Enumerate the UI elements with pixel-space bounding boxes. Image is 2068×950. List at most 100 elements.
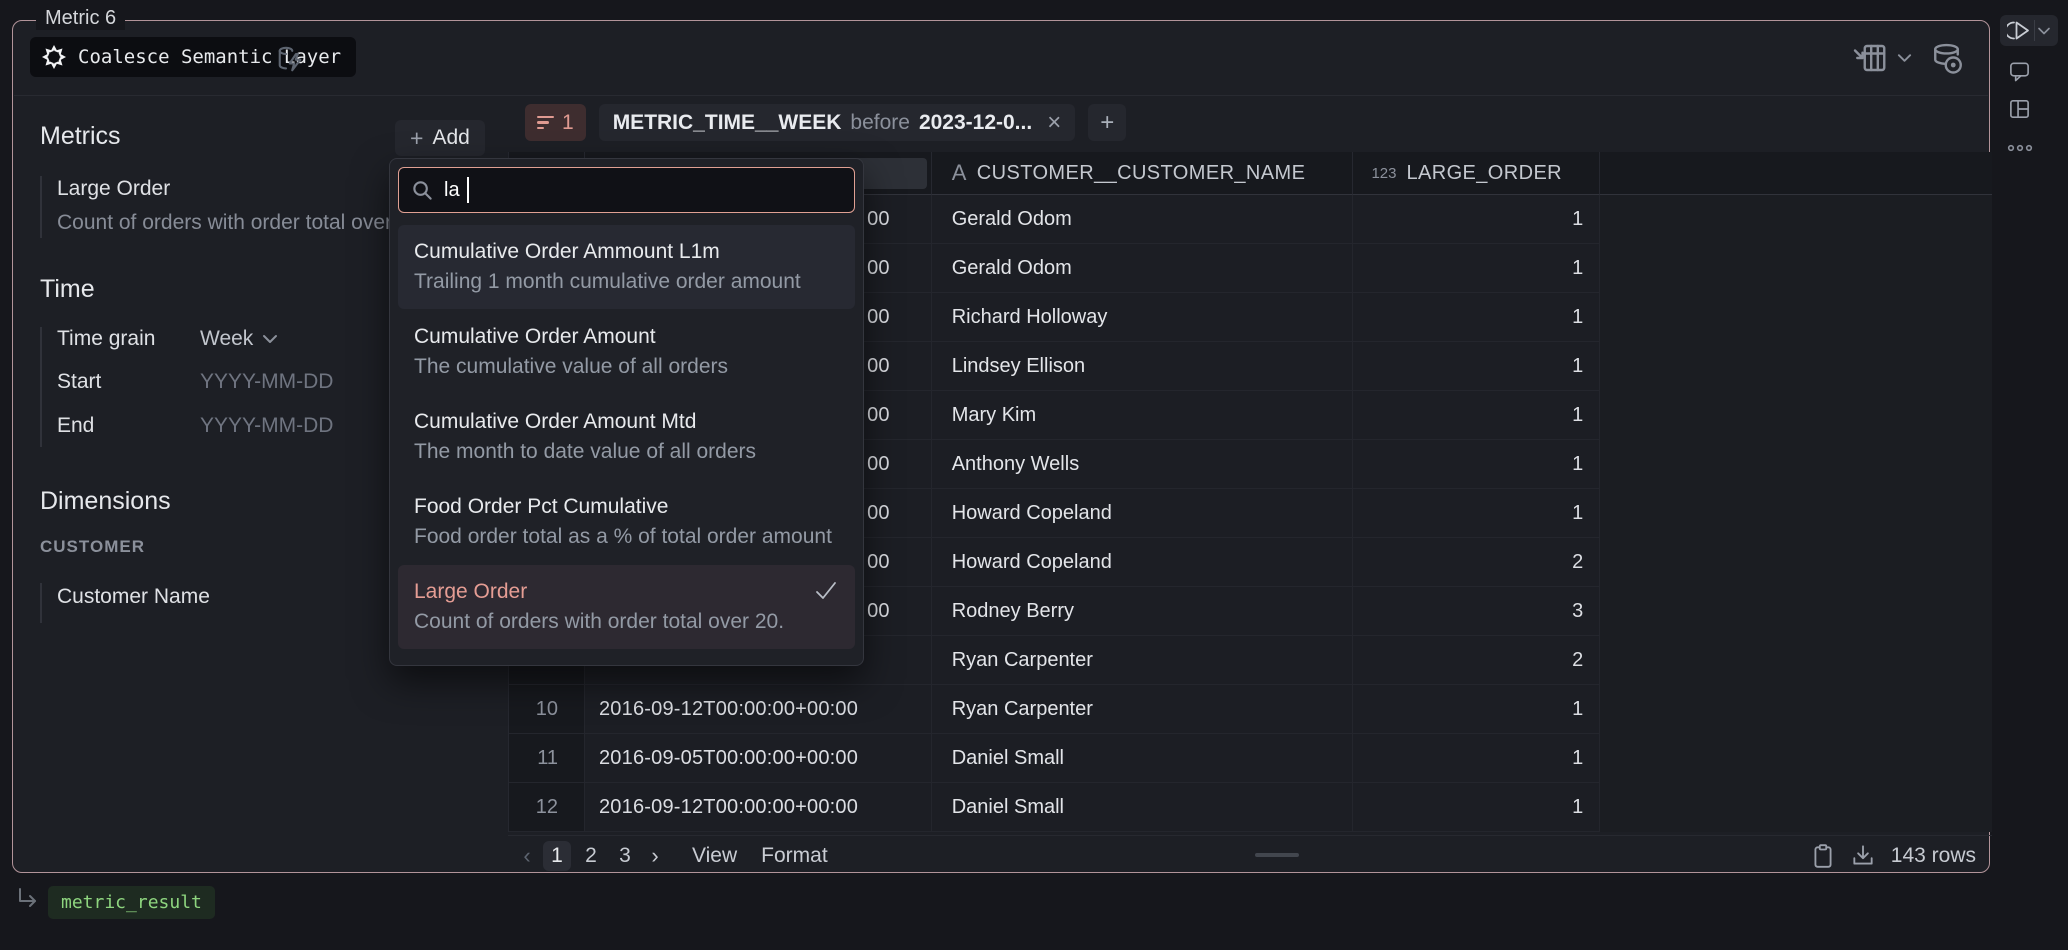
page-button[interactable]: 3 — [611, 841, 639, 871]
format-menu[interactable]: Format — [761, 844, 828, 868]
end-label: End — [57, 414, 94, 438]
dimension-item-name[interactable]: Customer Name — [57, 585, 210, 609]
metric-indent-line — [40, 176, 42, 238]
filter-operator: before — [850, 111, 910, 135]
metric-option[interactable]: Cumulative Order Ammount L1m Trailing 1 … — [398, 225, 855, 309]
metric-option-description: Trailing 1 month cumulative order amount — [414, 267, 839, 297]
customer-name-cell: Howard Copeland — [932, 489, 1354, 538]
large-order-column-header[interactable]: 123 LARGE_ORDER — [1353, 152, 1600, 195]
metric-option-title: Cumulative Order Ammount L1m — [414, 237, 839, 267]
next-page-button[interactable]: › — [642, 843, 668, 869]
run-divider — [2034, 20, 2035, 41]
coalesce-logo-icon — [41, 44, 67, 70]
filter-icon — [537, 113, 554, 132]
dimensions-heading: Dimensions — [40, 487, 171, 516]
metric-option[interactable]: Cumulative Order Amount Mtd The month to… — [398, 395, 855, 479]
empty-cell — [1600, 342, 1992, 391]
start-date-input[interactable]: YYYY-MM-DD — [200, 370, 333, 394]
search-box — [398, 167, 855, 213]
pagination-divider — [508, 835, 1992, 836]
empty-cell — [1600, 440, 1992, 489]
customer-name-cell: Lindsey Ellison — [932, 342, 1354, 391]
database-lightning-icon[interactable] — [276, 44, 306, 74]
metrics-heading: Metrics — [40, 122, 121, 151]
prev-page-button[interactable]: ‹ — [514, 843, 540, 869]
metric-option-title: Cumulative Order Amount — [414, 322, 839, 352]
filter-value: 2023-12-0... — [919, 111, 1032, 135]
customer-name-cell: Anthony Wells — [932, 440, 1354, 489]
large-order-cell: 1 — [1353, 685, 1600, 734]
table-row: 10 2016-09-12T00:00:00+00:00 Ryan Carpen… — [509, 685, 1992, 734]
run-options-chevron-icon[interactable] — [2037, 26, 2051, 36]
checkmark-icon — [813, 579, 839, 608]
horizontal-scrollbar-thumb[interactable] — [1255, 853, 1299, 857]
pagination-bar: ‹ 1 2 3 › View Format — [508, 841, 1992, 871]
metric-option-description: Food order total as a % of total order a… — [414, 522, 839, 552]
time-grain-select[interactable]: Week — [200, 327, 278, 351]
layout-panels-icon[interactable] — [2008, 97, 2031, 121]
large-order-cell: 1 — [1353, 195, 1600, 244]
filter-count-chip[interactable]: 1 — [525, 104, 586, 141]
download-icon[interactable] — [1850, 843, 1876, 869]
add-filter-button[interactable]: + — [1088, 104, 1126, 141]
large-order-cell: 1 — [1353, 293, 1600, 342]
customer-name-cell: Richard Holloway — [932, 293, 1354, 342]
start-label: Start — [57, 370, 101, 394]
date-cell: 2016-09-05T00:00:00+00:00 — [585, 734, 932, 783]
metric-options-list: Cumulative Order Ammount L1m Trailing 1 … — [398, 225, 855, 649]
add-metric-button[interactable]: + Add — [395, 120, 485, 156]
end-date-input[interactable]: YYYY-MM-DD — [200, 414, 333, 438]
empty-cell — [1600, 391, 1992, 440]
customer-name-cell: Howard Copeland — [932, 538, 1354, 587]
large-order-cell: 2 — [1353, 636, 1600, 685]
metric-option-description: The month to date value of all orders — [414, 437, 839, 467]
metric-option[interactable]: Food Order Pct Cumulative Food order tot… — [398, 480, 855, 564]
metric-item-name[interactable]: Large Order — [57, 177, 170, 201]
search-input[interactable] — [434, 179, 854, 202]
large-order-cell: 1 — [1353, 440, 1600, 489]
filter-chip[interactable]: METRIC_TIME__WEEK before 2023-12-0... × — [599, 104, 1076, 141]
metric-option-title: Cumulative Order Amount Mtd — [414, 407, 839, 437]
copy-icon[interactable] — [1811, 843, 1835, 869]
customer-name-cell: Mary Kim — [932, 391, 1354, 440]
customer-column-header[interactable]: A CUSTOMER__CUSTOMER_NAME — [932, 152, 1354, 195]
remove-filter-icon[interactable]: × — [1047, 109, 1061, 137]
table-row: 11 2016-09-05T00:00:00+00:00 Daniel Smal… — [509, 734, 1992, 783]
metric-option-description: The cumulative value of all orders — [414, 352, 839, 382]
result-name-pill[interactable]: metric_result — [48, 886, 215, 919]
text-caret — [467, 177, 469, 203]
customer-name-cell: Gerald Odom — [932, 244, 1354, 293]
filter-field: METRIC_TIME__WEEK — [613, 111, 842, 135]
comments-icon[interactable] — [2008, 59, 2031, 83]
app-root: Metric 6 Coalesce Semantic Layer — [0, 0, 2068, 950]
text-type-icon: A — [952, 160, 967, 186]
database-preview-icon[interactable] — [1930, 41, 1966, 77]
row-number-cell: 10 — [509, 685, 585, 734]
more-options-icon[interactable] — [2006, 143, 2034, 153]
metric-option-description: Count of orders with order total over 20… — [414, 607, 839, 637]
large-order-cell: 1 — [1353, 783, 1600, 832]
date-cell: 2016-09-12T00:00:00+00:00 — [585, 783, 932, 832]
chevron-down-icon — [262, 333, 278, 345]
metric-option[interactable]: Large Order Count of orders with order t… — [398, 565, 855, 649]
metric-search-dropdown: Cumulative Order Ammount L1m Trailing 1 … — [389, 158, 864, 666]
large-order-cell: 1 — [1353, 489, 1600, 538]
return-arrow-icon — [14, 886, 40, 912]
time-indent-line — [40, 327, 42, 447]
page-buttons: 1 2 3 — [540, 841, 642, 871]
customer-name-cell: Rodney Berry — [932, 587, 1354, 636]
date-cell: 2016-09-12T00:00:00+00:00 — [585, 685, 932, 734]
page-button[interactable]: 1 — [543, 841, 571, 871]
table-options-chevron-icon[interactable] — [1897, 52, 1912, 64]
view-menu[interactable]: View — [692, 844, 737, 868]
customer-name-cell: Daniel Small — [932, 734, 1354, 783]
metric-option[interactable]: Cumulative Order Amount The cumulative v… — [398, 310, 855, 394]
run-button[interactable] — [2000, 15, 2058, 46]
large-order-cell: 1 — [1353, 734, 1600, 783]
large-order-cell: 1 — [1353, 391, 1600, 440]
time-grain-label: Time grain — [57, 327, 155, 351]
panel-legend: Metric 6 — [36, 7, 125, 30]
insert-table-icon[interactable] — [1852, 40, 1888, 76]
page-button[interactable]: 2 — [577, 841, 605, 871]
empty-cell — [1600, 685, 1992, 734]
